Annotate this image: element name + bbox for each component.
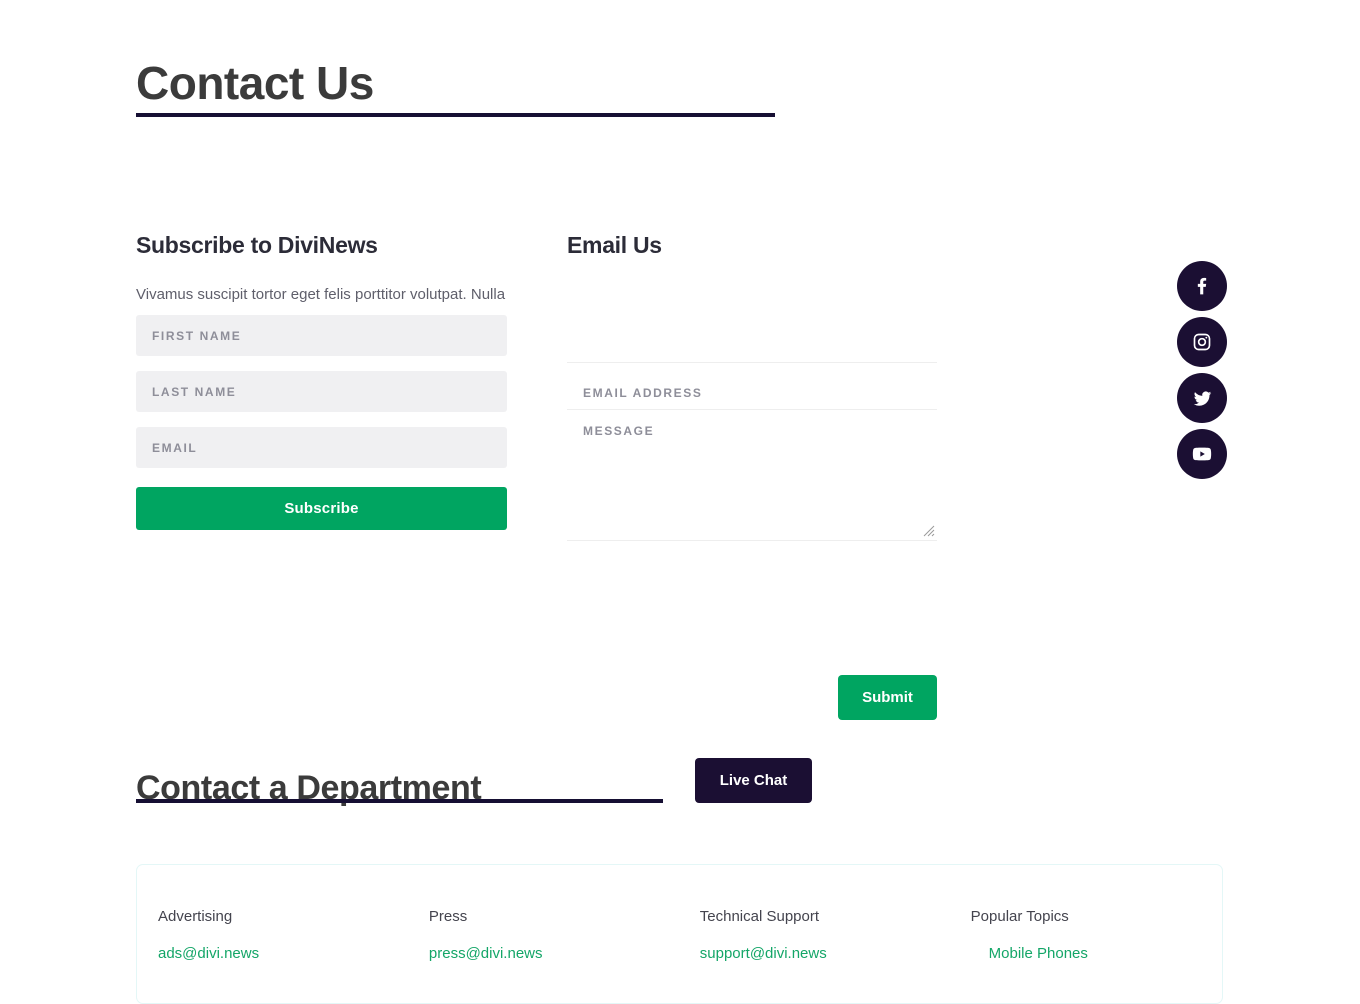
column-title: Technical Support (699, 908, 820, 925)
first-name-input[interactable]: FIRST NAME (136, 315, 507, 356)
email-address-input[interactable]: EMAIL ADDRESS (567, 363, 937, 410)
column-title: Press (428, 908, 468, 925)
message-placeholder: MESSAGE (583, 424, 655, 438)
subscribe-heading: Subscribe to DiviNews (136, 232, 378, 258)
department-column-advertising: Advertising ads@divi.news (158, 908, 429, 970)
email-address-placeholder: EMAIL ADDRESS (583, 386, 703, 400)
twitter-button[interactable] (1177, 373, 1227, 423)
email-us-heading: Email Us (567, 232, 662, 258)
department-column-press: Press press@divi.news (429, 908, 700, 970)
instagram-button[interactable] (1177, 317, 1227, 367)
facebook-icon (1192, 276, 1212, 296)
submit-button[interactable]: Submit (838, 675, 937, 720)
column-title: Popular Topics (970, 908, 1069, 925)
name-input[interactable] (567, 327, 937, 363)
page-title-rule (136, 113, 775, 117)
youtube-icon (1191, 443, 1213, 465)
resize-handle-icon[interactable] (923, 525, 935, 537)
email-us-section: Email Us EMAIL ADDRESS MESSAGE Submit (567, 232, 937, 720)
department-columns: Advertising ads@divi.news Press press@di… (158, 908, 1218, 970)
live-chat-button[interactable]: Live Chat (695, 758, 812, 803)
social-rail (1177, 261, 1227, 485)
message-textarea[interactable]: MESSAGE (567, 410, 937, 541)
department-column-popular-topics: Popular Topics Mobile Phones (971, 908, 1218, 970)
subscribe-section: Subscribe to DiviNews Vivamus suscipit t… (136, 232, 507, 530)
advertising-email-link[interactable]: ads@divi.news (158, 945, 429, 962)
instagram-icon (1192, 332, 1212, 352)
last-name-placeholder: LAST NAME (152, 384, 237, 399)
press-email-link[interactable]: press@divi.news (429, 945, 700, 962)
department-column-technical-support: Technical Support support@divi.news (700, 908, 971, 970)
page-title: Contact Us (136, 56, 374, 109)
column-title: Advertising (158, 908, 233, 925)
support-email-link[interactable]: support@divi.news (700, 945, 971, 962)
list-item: Mobile Phones (989, 945, 1218, 963)
youtube-button[interactable] (1177, 429, 1227, 479)
facebook-button[interactable] (1177, 261, 1227, 311)
last-name-input[interactable]: LAST NAME (136, 371, 507, 412)
email-input[interactable]: EMAIL (136, 427, 507, 468)
first-name-placeholder: FIRST NAME (152, 328, 242, 343)
popular-topics-list: Mobile Phones (971, 945, 1218, 963)
email-placeholder: EMAIL (152, 440, 198, 455)
topic-link-mobile-phones[interactable]: Mobile Phones (989, 945, 1088, 962)
subscribe-button[interactable]: Subscribe (136, 487, 507, 530)
email-us-fields: EMAIL ADDRESS MESSAGE Submit (567, 327, 937, 720)
department-heading-rule (136, 799, 663, 803)
subscribe-fields: FIRST NAME LAST NAME EMAIL Subscribe (136, 315, 507, 530)
twitter-icon (1192, 388, 1213, 409)
